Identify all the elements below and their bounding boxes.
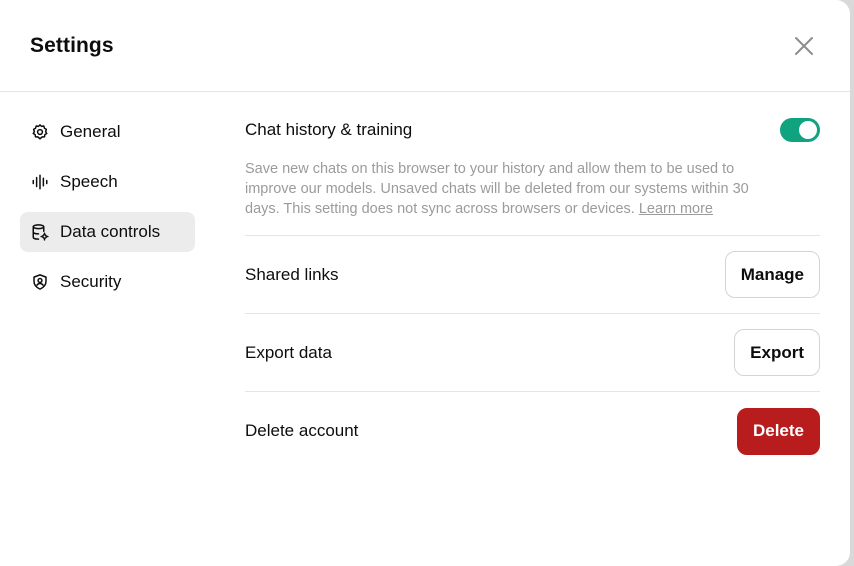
sidebar-item-label: General	[60, 122, 121, 141]
settings-sidebar: General Speech Data controls Security	[20, 112, 195, 312]
settings-dialog: Settings General Speech Data controls Se…	[0, 0, 850, 566]
gear-icon	[31, 123, 49, 141]
chat-history-description: Save new chats on this browser to your h…	[245, 159, 750, 219]
data-controls-panel: Chat history & training Save new chats o…	[245, 92, 820, 470]
sidebar-item-speech[interactable]: Speech	[20, 162, 195, 202]
close-icon[interactable]	[792, 34, 816, 58]
chat-history-label: Chat history & training	[245, 120, 413, 139]
export-data-row: Export data Export	[245, 314, 820, 392]
delete-button[interactable]: Delete	[736, 407, 820, 455]
toggle-knob	[799, 121, 817, 139]
chat-history-toggle[interactable]	[780, 118, 820, 142]
chat-history-setting: Chat history & training Save new chats o…	[245, 92, 820, 236]
delete-account-row: Delete account Delete	[245, 392, 820, 470]
shared-links-label: Shared links	[245, 264, 339, 284]
export-data-label: Export data	[245, 342, 332, 362]
manage-button[interactable]: Manage	[724, 251, 820, 298]
learn-more-link[interactable]: Learn more	[639, 201, 713, 217]
export-button[interactable]: Export	[734, 329, 820, 376]
delete-account-label: Delete account	[245, 421, 359, 440]
waveform-icon	[31, 173, 49, 191]
sidebar-item-data-controls[interactable]: Data controls	[20, 212, 195, 252]
sidebar-item-general[interactable]: General	[20, 112, 195, 152]
database-gear-icon	[31, 223, 49, 241]
sidebar-item-label: Speech	[60, 172, 118, 191]
shared-links-row: Shared links Manage	[245, 236, 820, 314]
dialog-header: Settings	[0, 0, 850, 92]
sidebar-item-label: Data controls	[60, 222, 161, 241]
sidebar-item-label: Security	[60, 272, 122, 291]
sidebar-item-security[interactable]: Security	[20, 262, 195, 302]
dialog-title: Settings	[30, 34, 114, 57]
shield-icon	[31, 273, 49, 291]
